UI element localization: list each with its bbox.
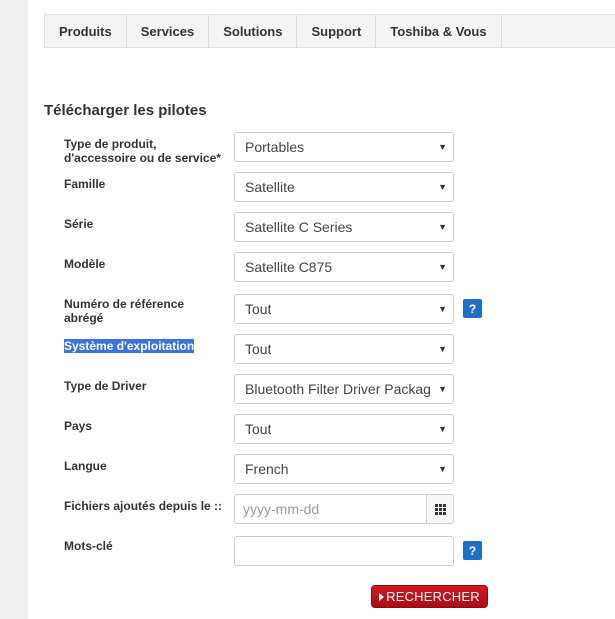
model-value: Satellite C875 (245, 259, 333, 275)
language-value: French (245, 461, 289, 477)
chevron-down-icon: ▼ (438, 142, 447, 152)
part-number-label-line1: Numéro de référence (64, 297, 185, 311)
part-number-label: Numéro de référence abrégé (64, 297, 234, 325)
nav-item-services[interactable]: Services (127, 15, 210, 47)
play-arrow-icon (379, 592, 385, 601)
calendar-icon (434, 503, 446, 515)
chevron-down-icon: ▼ (438, 304, 447, 314)
page-title: Télécharger les pilotes (44, 102, 207, 119)
nav-item-support[interactable]: Support (297, 15, 377, 47)
family-select[interactable]: Satellite ▼ (234, 172, 454, 202)
os-value: Tout (245, 341, 272, 357)
keywords-label: Mots-clé (64, 539, 113, 553)
nav-item-solutions[interactable]: Solutions (209, 15, 298, 47)
family-value: Satellite (245, 179, 295, 195)
driver-type-label: Type de Driver (64, 379, 147, 393)
chevron-down-icon: ▼ (438, 384, 447, 394)
chevron-down-icon: ▼ (438, 424, 447, 434)
driver-type-select[interactable]: Bluetooth Filter Driver Package ▼ (234, 374, 454, 404)
part-number-label-line2: abrégé (64, 311, 104, 325)
language-select[interactable]: French ▼ (234, 454, 454, 484)
series-label: Série (64, 217, 94, 231)
model-label: Modèle (64, 257, 106, 271)
product-type-label-line2: d'accessoire ou de service* (64, 151, 221, 165)
product-type-value: Portables (245, 139, 305, 155)
product-type-label-line1: Type de produit, (64, 137, 157, 151)
product-type-select[interactable]: Portables ▼ (234, 132, 454, 162)
keywords-help-button[interactable]: ? (463, 541, 482, 560)
os-label-text: Système d'exploitation (64, 339, 195, 353)
family-label: Famille (64, 177, 106, 191)
nav-item-produits[interactable]: Produits (45, 15, 127, 47)
model-select[interactable]: Satellite C875 ▼ (234, 252, 454, 282)
part-number-value: Tout (245, 301, 272, 317)
search-button[interactable]: RECHERCHER (371, 585, 488, 608)
chevron-down-icon: ▼ (438, 344, 447, 354)
nav-item-toshiba-vous[interactable]: Toshiba & Vous (376, 15, 502, 47)
chevron-down-icon: ▼ (438, 262, 447, 272)
files-since-label: Fichiers ajoutés depuis le :: (64, 499, 223, 513)
chevron-down-icon: ▼ (438, 222, 447, 232)
part-number-help-button[interactable]: ? (463, 299, 482, 318)
country-label: Pays (64, 419, 93, 433)
chevron-down-icon: ▼ (438, 464, 447, 474)
search-button-label: RECHERCHER (386, 589, 480, 604)
page: Produits Services Solutions Support Tosh… (28, 0, 615, 619)
part-number-select[interactable]: Tout ▼ (234, 294, 454, 324)
calendar-button[interactable] (426, 494, 454, 524)
os-label: Système d'exploitation (64, 339, 234, 353)
country-select[interactable]: Tout ▼ (234, 414, 454, 444)
files-since-date-input[interactable] (234, 494, 426, 524)
series-select[interactable]: Satellite C Series ▼ (234, 212, 454, 242)
product-type-label: Type de produit, d'accessoire ou de serv… (64, 137, 234, 165)
top-nav: Produits Services Solutions Support Tosh… (44, 14, 615, 48)
series-value: Satellite C Series (245, 219, 353, 235)
keywords-input[interactable] (234, 536, 454, 566)
chevron-down-icon: ▼ (438, 182, 447, 192)
language-label: Langue (64, 459, 107, 473)
driver-type-value: Bluetooth Filter Driver Package (245, 381, 431, 397)
os-select[interactable]: Tout ▼ (234, 334, 454, 364)
country-value: Tout (245, 421, 272, 437)
